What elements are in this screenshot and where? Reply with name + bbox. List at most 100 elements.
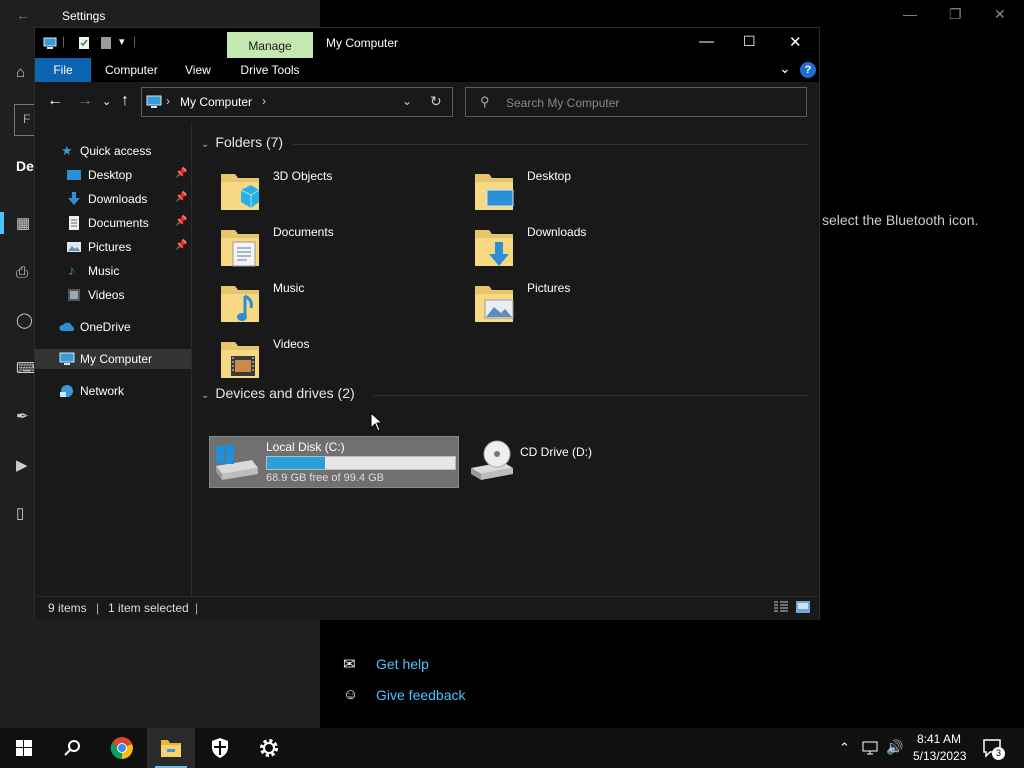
- tab-drive-tools[interactable]: Drive Tools: [227, 58, 313, 82]
- group-divider: [293, 144, 809, 145]
- mouse-icon[interactable]: ◯: [16, 311, 33, 329]
- back-arrow-icon[interactable]: ←: [47, 92, 63, 110]
- nav-label: Music: [88, 264, 120, 278]
- get-help-link[interactable]: Get help: [376, 656, 429, 672]
- nav-item-music[interactable]: ♪ Music: [35, 261, 191, 281]
- maximize-icon[interactable]: ❐: [949, 6, 962, 23]
- pin-icon[interactable]: 📌: [175, 168, 187, 179]
- pin-icon[interactable]: 📌: [175, 240, 187, 251]
- back-arrow-icon[interactable]: ←: [16, 7, 30, 23]
- up-arrow-icon[interactable]: ↑: [121, 92, 129, 110]
- drive-label: Local Disk (C:): [266, 440, 345, 454]
- collapse-chevron-icon[interactable]: ⌄: [201, 390, 209, 401]
- forward-arrow-icon[interactable]: →: [77, 92, 93, 110]
- collapse-chevron-icon[interactable]: ⌄: [201, 139, 209, 150]
- folder-label: Pictures: [527, 281, 571, 295]
- music-note-icon: ♪: [68, 262, 75, 278]
- properties-icon[interactable]: [77, 36, 91, 50]
- drive-usage-fill: [267, 457, 325, 469]
- nav-item-documents[interactable]: Documents 📌: [35, 213, 191, 233]
- minimize-icon[interactable]: —: [699, 33, 714, 50]
- network-status-icon[interactable]: [862, 741, 880, 755]
- large-icons-view-icon[interactable]: [796, 601, 810, 613]
- nav-item-downloads[interactable]: Downloads 📌: [35, 189, 191, 209]
- folder-videos-icon: [221, 342, 259, 378]
- expand-ribbon-icon[interactable]: ⌄: [779, 60, 791, 77]
- close-icon[interactable]: ✕: [789, 33, 802, 51]
- bluetooth-devices-icon[interactable]: ▦: [16, 214, 30, 232]
- folder-3d-objects[interactable]: 3D Objects: [219, 164, 459, 216]
- folder-desktop[interactable]: Desktop: [473, 164, 713, 216]
- printer-icon[interactable]: ⎙: [16, 264, 28, 281]
- address-dropdown-icon[interactable]: ⌄: [402, 94, 412, 108]
- video-icon: [68, 289, 80, 301]
- search-button[interactable]: [48, 728, 96, 768]
- details-view-icon[interactable]: [774, 601, 788, 613]
- taskbar-settings[interactable]: [245, 728, 293, 768]
- customize-toolbar-icon[interactable]: ▾: [119, 35, 125, 48]
- folder-label: Downloads: [527, 225, 587, 239]
- breadcrumb-chevron-icon[interactable]: ›: [262, 94, 266, 108]
- tab-view[interactable]: View: [185, 58, 211, 82]
- autoplay-icon[interactable]: ▶: [16, 456, 28, 474]
- breadcrumb-chevron-icon[interactable]: ›: [166, 94, 170, 108]
- home-icon[interactable]: ⌂: [16, 64, 25, 81]
- folder-videos[interactable]: Videos: [219, 332, 459, 384]
- tab-computer[interactable]: Computer: [105, 58, 158, 82]
- nav-item-videos[interactable]: Videos: [35, 285, 191, 305]
- network-icon: [60, 385, 73, 397]
- minimize-icon[interactable]: —: [903, 6, 917, 22]
- search-icon: [64, 740, 80, 756]
- address-bar[interactable]: › My Computer › ⌄ ↻: [141, 87, 453, 117]
- recent-locations-icon[interactable]: ⌄: [102, 95, 111, 108]
- clock-date[interactable]: 5/13/2023: [913, 749, 966, 763]
- search-input[interactable]: ⚲ Search My Computer: [465, 87, 807, 117]
- close-icon[interactable]: ✕: [994, 6, 1006, 23]
- nav-item-onedrive[interactable]: OneDrive: [35, 317, 191, 337]
- volume-icon[interactable]: 🔊: [886, 739, 903, 756]
- give-feedback-link[interactable]: Give feedback: [376, 687, 466, 703]
- tab-file[interactable]: File: [35, 58, 91, 82]
- explorer-titlebar[interactable]: | ▾ | Manage My Computer — ☐ ✕: [35, 28, 819, 58]
- folder-label: Videos: [273, 337, 310, 351]
- nav-item-desktop[interactable]: Desktop 📌: [35, 165, 191, 185]
- nav-item-network[interactable]: Network: [35, 381, 191, 401]
- clock-time[interactable]: 8:41 AM: [917, 732, 961, 746]
- pin-icon[interactable]: 📌: [175, 216, 187, 227]
- breadcrumb-my-computer[interactable]: My Computer: [180, 95, 252, 109]
- file-explorer-window: | ▾ | Manage My Computer — ☐ ✕ File Comp…: [34, 27, 820, 620]
- pin-icon[interactable]: 📌: [175, 192, 187, 203]
- usb-icon[interactable]: ▯: [16, 504, 24, 522]
- folder-label: Documents: [273, 225, 334, 239]
- desktop-icon: [67, 170, 81, 180]
- nav-item-pictures[interactable]: Pictures 📌: [35, 237, 191, 257]
- nav-item-quick-access[interactable]: ★ Quick access: [35, 141, 191, 161]
- pen-icon[interactable]: ✒: [16, 407, 29, 425]
- folder-pictures[interactable]: Pictures: [473, 276, 713, 328]
- computer-icon: [43, 37, 57, 49]
- drives-group-header[interactable]: ⌄ Devices and drives (2): [201, 385, 355, 401]
- nav-item-my-computer[interactable]: My Computer: [35, 349, 191, 369]
- folder-documents[interactable]: Documents: [219, 220, 459, 272]
- help-icon[interactable]: ?: [800, 62, 816, 78]
- folders-group-header[interactable]: ⌄ Folders (7): [201, 134, 283, 150]
- folder-downloads[interactable]: Downloads: [473, 220, 713, 272]
- drive-cd-d[interactable]: CD Drive (D:): [467, 438, 667, 486]
- refresh-icon[interactable]: ↻: [430, 93, 442, 110]
- taskbar-chrome[interactable]: [98, 728, 146, 768]
- new-folder-icon[interactable]: [99, 36, 113, 50]
- show-hidden-icons-icon[interactable]: ⌃: [839, 740, 850, 756]
- taskbar-security[interactable]: [196, 728, 244, 768]
- drive-local-disk-c[interactable]: Local Disk (C:) 68.9 GB free of 99.4 GB: [209, 436, 459, 488]
- nav-label: Quick access: [80, 144, 152, 158]
- window-title: My Computer: [326, 36, 399, 50]
- folder-music[interactable]: Music: [219, 276, 459, 328]
- maximize-icon[interactable]: ☐: [743, 33, 756, 50]
- group-label: Folders (7): [215, 134, 284, 150]
- folder-pictures-icon: [475, 286, 514, 322]
- taskbar-file-explorer[interactable]: [147, 728, 195, 768]
- tab-manage[interactable]: Manage: [227, 32, 313, 58]
- start-button[interactable]: [0, 728, 48, 768]
- search-placeholder: Search My Computer: [506, 96, 620, 110]
- nav-label: Pictures: [88, 240, 132, 254]
